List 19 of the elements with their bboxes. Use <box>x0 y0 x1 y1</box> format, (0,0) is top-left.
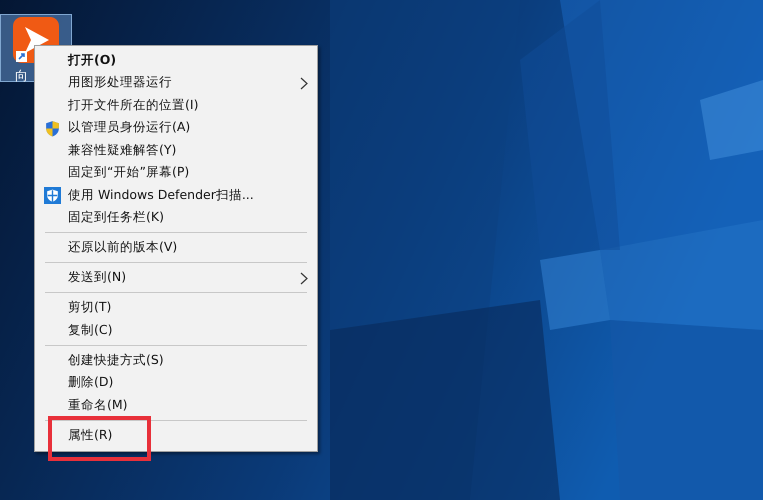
menu-item[interactable]: 创建快捷方式(S) <box>35 349 317 372</box>
menu-item[interactable]: 发送到(N) <box>35 266 317 289</box>
menu-item[interactable]: 固定到“开始”屏幕(P) <box>35 162 317 184</box>
shortcut-label: 向 <box>15 68 28 85</box>
menu-item[interactable]: 打开文件所在的位置(I) <box>35 94 317 116</box>
menu-item[interactable]: 以管理员身份运行(A) <box>35 116 317 139</box>
menu-item[interactable]: 还原以前的版本(V) <box>35 236 317 259</box>
chevron-icon <box>300 76 308 90</box>
chevron-icon <box>300 272 308 284</box>
menu-item[interactable]: 兼容性疑难解答(Y) <box>35 139 317 162</box>
shield-icon <box>44 120 61 136</box>
menu-item[interactable]: 剪切(T) <box>35 296 317 319</box>
menu-item[interactable]: 删除(D) <box>35 372 317 394</box>
menu-item[interactable]: 使用 Windows Defender扫描... <box>35 184 317 206</box>
menu-item[interactable]: 固定到任务栏(K) <box>35 206 317 229</box>
menu-item[interactable]: 属性(R) <box>35 424 317 446</box>
menu-item[interactable]: 复制(C) <box>35 319 317 342</box>
menu-item[interactable]: 重命名(M) <box>35 394 317 416</box>
shield-icon <box>44 187 61 204</box>
